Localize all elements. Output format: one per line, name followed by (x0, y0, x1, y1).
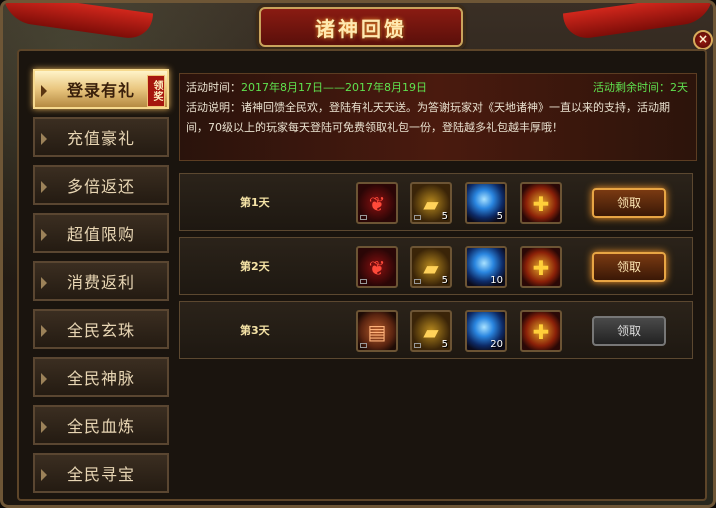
sidebar-item-label: 超值限购 (66, 225, 135, 244)
sidebar-item-label: 全民血炼 (66, 417, 135, 436)
sidebar-item-treasure-hunt[interactable]: 全民寻宝 (33, 453, 169, 493)
sidebar: 登录有礼 领奖 充值豪礼 多倍返还 超值限购 消费返利 全民玄珠 全民神脉 全民… (23, 63, 173, 497)
sidebar-item-label: 全民寻宝 (66, 465, 135, 484)
sidebar-item-recharge-gift[interactable]: 充值豪礼 (33, 117, 169, 157)
sidebar-item-label: 充值豪礼 (66, 129, 135, 148)
gold-bars-icon[interactable]: ▰ 5 (410, 310, 452, 352)
sidebar-item-spending-rebate[interactable]: 消费返利 (33, 261, 169, 301)
sidebar-item-login-gift[interactable]: 登录有礼 领奖 (33, 69, 169, 109)
remaining-label: 活动剩余时间： (593, 81, 670, 94)
sidebar-item-limited-purchase[interactable]: 超值限购 (33, 213, 169, 253)
claim-button[interactable]: 领取 (592, 252, 666, 282)
item-count: 10 (490, 275, 503, 286)
close-icon[interactable]: × (693, 30, 713, 50)
gift-box-icon[interactable]: ✚ (520, 182, 562, 224)
sidebar-item-shenmai[interactable]: 全民神脉 (33, 357, 169, 397)
sidebar-item-label: 多倍返还 (66, 177, 135, 196)
sidebar-item-label: 登录有礼 (66, 81, 135, 100)
gift-box-icon[interactable]: ✚ (520, 310, 562, 352)
item-count: 5 (441, 211, 448, 222)
day-label: 第3天 (240, 324, 270, 337)
sidebar-item-label: 全民玄珠 (66, 321, 135, 340)
claim-button-disabled[interactable]: 领取 (592, 316, 666, 346)
event-description: 活动说明：诸神回馈全民欢，登陆有礼天天送。为答谢玩家对《天地诸神》一直以来的支持… (186, 98, 690, 138)
reward-row-day-1: 第1天 ❦ ▰ 5 5 ✚ 领取 (179, 173, 693, 231)
claim-button[interactable]: 领取 (592, 188, 666, 218)
item-count: 20 (490, 339, 503, 350)
sidebar-item-label: 全民神脉 (66, 369, 135, 388)
window-title: 诸神回馈 (315, 16, 407, 41)
reward-row-day-3: 第3天 ▤ ▰ 5 20 ✚ 领取 (179, 301, 693, 359)
gold-bars-icon[interactable]: ▰ 5 (410, 246, 452, 288)
gold-bars-icon[interactable]: ▰ 5 (410, 182, 452, 224)
blue-orb-icon[interactable]: 5 (465, 182, 507, 224)
item-count: 5 (496, 211, 503, 222)
blue-orb-icon[interactable]: 10 (465, 246, 507, 288)
description-label: 活动说明： (186, 101, 241, 114)
day-label: 第2天 (240, 260, 270, 273)
sidebar-item-xuanzhu[interactable]: 全民玄珠 (33, 309, 169, 349)
event-window: 诸神回馈 × 登录有礼 领奖 充值豪礼 多倍返还 超值限购 消费返利 全民玄珠 … (0, 0, 716, 508)
remaining-value: 2天 (670, 81, 688, 94)
event-info-panel: 活动时间：2017年8月17日——2017年8月19日 活动剩余时间：2天 活动… (179, 73, 697, 161)
item-count: 5 (441, 275, 448, 286)
reward-row-day-2: 第2天 ❦ ▰ 5 10 ✚ 领取 (179, 237, 693, 295)
sidebar-item-multi-return[interactable]: 多倍返还 (33, 165, 169, 205)
event-time-value: 2017年8月17日——2017年8月19日 (241, 81, 427, 94)
remaining-time: 活动剩余时间：2天 (593, 78, 688, 98)
red-wing-icon[interactable]: ❦ (356, 246, 398, 288)
item-count: 5 (441, 339, 448, 350)
description-text: 诸神回馈全民欢，登陆有礼天天送。为答谢玩家对《天地诸神》一直以来的支持，活动期间… (186, 101, 670, 134)
sidebar-item-label: 消费返利 (66, 273, 135, 292)
scroll-book-icon[interactable]: ▤ (356, 310, 398, 352)
day-label: 第1天 (240, 196, 270, 209)
red-wing-icon[interactable]: ❦ (356, 182, 398, 224)
title-plate: 诸神回馈 (259, 7, 463, 47)
sidebar-item-xuelian[interactable]: 全民血炼 (33, 405, 169, 445)
event-time-label: 活动时间： (186, 81, 241, 94)
blue-orb-icon[interactable]: 20 (465, 310, 507, 352)
gift-box-icon[interactable]: ✚ (520, 246, 562, 288)
claim-badge: 领奖 (147, 75, 165, 107)
